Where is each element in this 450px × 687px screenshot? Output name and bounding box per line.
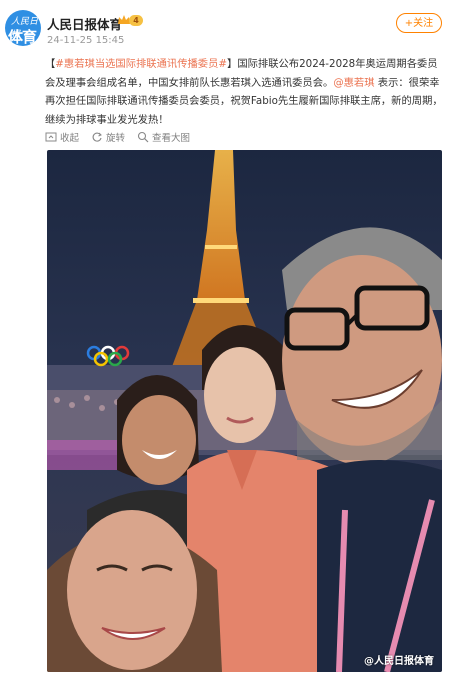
collapse-icon	[45, 132, 57, 142]
view-large-label: 查看大图	[152, 133, 191, 144]
rotate-icon	[92, 132, 102, 142]
bracket-close: 】	[227, 58, 238, 70]
post-text: 【#惠若琪当选国际排联通讯传播委员#】国际排联公布2024-2028年奥运周期各…	[45, 55, 443, 129]
mention-link[interactable]: @惠若琪	[333, 77, 374, 89]
avatar-text-line2: 体育	[8, 28, 37, 46]
post-date: 24-11-25 15:45	[47, 35, 125, 46]
bracket-open: 【	[45, 58, 56, 70]
collapse-label: 收起	[60, 133, 80, 144]
rotate-label: 旋转	[106, 133, 126, 144]
vip-level-badge: 4	[129, 15, 143, 26]
account-avatar[interactable]: 人民日报 体育	[5, 10, 41, 46]
account-name[interactable]: 人民日报体育	[47, 14, 122, 33]
post-photo[interactable]: @人民日报体育	[47, 150, 442, 672]
magnify-icon	[137, 131, 149, 143]
selfie-photo-illustration	[47, 150, 442, 672]
photo-watermark: @人民日报体育	[364, 656, 434, 667]
follow-button[interactable]: +关注	[396, 13, 442, 33]
hashtag-link[interactable]: #惠若琪当选国际排联通讯传播委员#	[55, 58, 227, 70]
post-header: 人民日报 体育 人民日报体育 4 24-11-25 15:45 +关注	[0, 0, 450, 52]
